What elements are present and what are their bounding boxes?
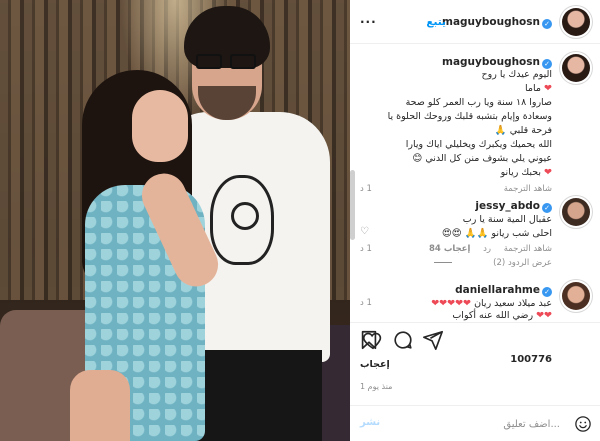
comment-text: عقبال المية سنة يا رب [463, 214, 552, 226]
comment-line: احلى شب ريانو [491, 228, 552, 239]
caption-line: وسعادة وإيام بتشبه قلبك وروحك الحلوة يا [387, 111, 552, 122]
comment-input[interactable] [400, 414, 560, 434]
caption-line: ❤ بحبك ريانو [501, 167, 552, 179]
caption-text: فرحة قلبي [509, 125, 552, 136]
comment-line: رضي الله عنه أكواب [452, 310, 534, 321]
glasses [196, 54, 258, 70]
author-username[interactable]: maguyboughosn ✓ [442, 16, 552, 29]
caption-line: اليوم عيدك يا روح [482, 69, 552, 81]
commenter-avatar[interactable] [562, 198, 590, 226]
caption-meta: شاهد الترجمة [504, 184, 552, 194]
caption-username[interactable]: maguyboughosn ✓ [442, 56, 552, 69]
share-icon[interactable] [422, 329, 444, 351]
more-options-icon[interactable]: ... [360, 12, 377, 26]
post-header: maguyboughosn ✓ يتبع ... [350, 0, 600, 44]
caption-text: بحبك ريانو [500, 167, 541, 178]
post-comment-button[interactable]: نشر [360, 417, 380, 428]
heart-emoji: ❤ [544, 167, 552, 178]
bookmark-icon[interactable] [358, 329, 380, 351]
reply-button[interactable]: رد [483, 244, 491, 254]
likes-label[interactable]: إعجاب [360, 359, 390, 370]
post-photo[interactable] [0, 0, 350, 441]
caption-age: 1 د [360, 184, 372, 194]
comment-line: عبد ميلاد سعيد ريان [474, 298, 552, 309]
caption-line: الله يحميك ويكبرك ويخليلي اياك ويارا [405, 139, 552, 150]
comment-age: 1 د [360, 298, 372, 308]
view-replies-button[interactable]: عرض الردود (2) [493, 258, 552, 268]
caption-text: ماما [525, 83, 541, 94]
heart-emoji: ❤ [544, 83, 552, 94]
post-actions-bar [350, 322, 600, 352]
woman-face [132, 90, 188, 162]
tshirt-print [210, 175, 274, 265]
caption-username-text[interactable]: maguyboughosn [442, 56, 540, 68]
caption-avatar[interactable] [562, 54, 590, 82]
follow-button[interactable]: يتبع [426, 16, 446, 28]
verified-badge-icon: ✓ [542, 59, 552, 69]
emoji-icon[interactable] [574, 415, 592, 433]
comment-age: 1 د [360, 244, 372, 254]
replies-divider [434, 262, 452, 263]
author-avatar[interactable] [562, 8, 590, 36]
commenter-username-text[interactable]: jessy_abdo [475, 200, 540, 212]
verified-badge-icon: ✓ [542, 203, 552, 213]
woman-legs [70, 370, 130, 441]
commenter-username-text[interactable]: daniellarahme [455, 284, 540, 296]
post-timestamp: منذ يوم 1 [360, 382, 393, 391]
verified-badge-icon: ✓ [542, 287, 552, 297]
comment-likes-count[interactable]: إعجاب 84 [429, 244, 470, 254]
smile-emoji: 😊 [412, 153, 423, 164]
comment-meta: شاهد الترجمة رد إعجاب 84 [429, 244, 552, 254]
caption-line: عيوني يلي بشوف منن كل الدني 😊 [412, 153, 552, 165]
caption-text: عيوني يلي بشوف منن كل الدني [425, 153, 552, 164]
comment-line: عقبال المية سنة يا رب [462, 214, 552, 225]
caption-line: صاروا ١٨ سنة ويا رب العمر كلو صحة [405, 97, 552, 108]
commenter-avatar[interactable] [562, 282, 590, 310]
see-translation-link[interactable]: شاهد الترجمة [504, 184, 552, 194]
comment-icon[interactable] [392, 329, 414, 351]
caption-text: اليوم عيدك يا روح [481, 69, 552, 80]
comment-text: احلى شب ريانو 🙏🙏 😍😍 [441, 228, 552, 239]
caption-line: ❤ ماما [525, 83, 552, 95]
comment-text: عبد ميلاد سعيد ريان ❤❤❤❤❤ [431, 298, 552, 309]
add-comment-bar: نشر [350, 405, 600, 441]
comment-text: ❤❤ رضي الله عنه أكواب [452, 310, 552, 321]
post-side-panel: maguyboughosn ✓ يتبع ... maguyboughosn ✓ ا… [350, 0, 600, 441]
comment-like-heart-icon[interactable]: ♡ [360, 226, 369, 237]
commenter-username[interactable]: jessy_abdo ✓ [475, 200, 552, 213]
verified-badge-icon: ✓ [542, 19, 552, 29]
commenter-username[interactable]: daniellarahme ✓ [455, 284, 552, 297]
see-translation-link[interactable]: شاهد الترجمة [504, 244, 552, 254]
pray-emoji: 🙏 [494, 125, 507, 136]
comments-scrollbar[interactable] [350, 170, 355, 240]
author-username-text[interactable]: maguyboughosn [442, 16, 540, 28]
likes-count[interactable]: 100776 [510, 354, 552, 365]
caption-line: فرحة قلبي 🙏 [495, 125, 552, 137]
